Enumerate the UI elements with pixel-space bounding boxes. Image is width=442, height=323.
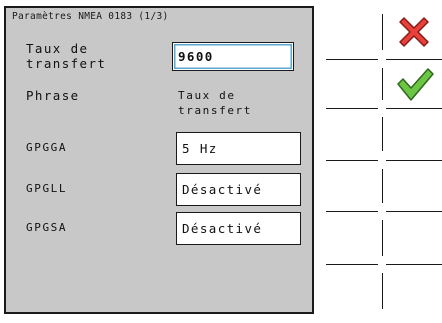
sentence-gpgll-label: GPGLL [26, 182, 68, 195]
softkey-divider [382, 68, 383, 100]
softkey-divider [386, 211, 442, 212]
nmea-settings-dialog: Paramètres NMEA 0183 (1/3) Taux de trans… [4, 6, 314, 314]
sentence-column-label: Phrase [26, 88, 80, 103]
nmea-settings-screen: Paramètres NMEA 0183 (1/3) Taux de trans… [0, 0, 442, 323]
baud-rate-input[interactable]: 9600 [172, 42, 294, 71]
softkey-divider [386, 160, 442, 161]
softkey-divider [382, 273, 383, 309]
softkey-divider [326, 264, 378, 265]
red-x-cross-icon [399, 17, 429, 47]
softkey-divider [326, 160, 378, 161]
sentence-gpgsa-label: GPGSA [26, 221, 68, 234]
softkey-divider [382, 169, 383, 203]
gpgsa-rate-field[interactable]: Désactivé [176, 212, 301, 245]
softkey-divider [382, 14, 383, 50]
gpgll-rate-field[interactable]: Désactivé [176, 173, 301, 206]
confirm-button[interactable] [386, 58, 442, 108]
sentence-gpgga-label: GPGGA [26, 141, 68, 154]
cancel-button[interactable] [386, 6, 442, 56]
softkey-divider [386, 264, 442, 265]
softkey-divider [382, 117, 383, 151]
softkey-column [316, 0, 442, 323]
gpgga-rate-field[interactable]: 5 Hz [176, 132, 301, 165]
softkey-divider [326, 59, 378, 60]
softkey-divider [326, 211, 378, 212]
dialog-title: Paramètres NMEA 0183 (1/3) [12, 11, 169, 22]
rate-column-label: Taux de transfert [178, 89, 253, 117]
softkey-divider [326, 108, 378, 109]
softkey-divider [386, 108, 442, 109]
softkey-divider [382, 220, 383, 256]
green-check-icon [397, 68, 434, 101]
baud-rate-label: Taux de transfert [26, 41, 107, 71]
